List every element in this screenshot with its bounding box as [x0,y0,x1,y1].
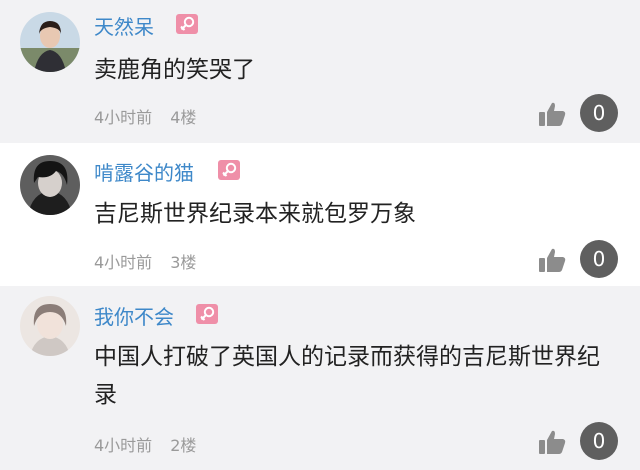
comment-time: 4小时前 [94,436,153,455]
female-symbol-icon [180,16,195,31]
user-avatar[interactable] [20,155,80,215]
floor-number: 2楼 [170,436,197,455]
comment-item: 我你不会 中国人打破了英国人的记录而获得的吉尼斯世界纪录 4小时前 2楼 0 [0,286,640,470]
comment-meta: 4小时前 3楼 [94,249,196,273]
like-button[interactable] [538,101,566,127]
comment-text: 中国人打破了英国人的记录而获得的吉尼斯世界纪录 [94,344,600,408]
female-gender-badge [218,160,240,180]
thumbs-up-icon [539,248,566,272]
floor-number: 3楼 [170,253,197,272]
like-count[interactable]: 0 [580,94,618,132]
female-symbol-icon [222,162,237,177]
like-count[interactable]: 0 [580,240,618,278]
comment-time: 4小时前 [94,108,153,127]
like-button[interactable] [538,247,566,273]
like-button[interactable] [538,429,566,455]
female-gender-badge [176,14,198,34]
female-symbol-icon [200,306,215,321]
user-avatar[interactable] [20,296,80,356]
female-gender-badge [196,304,218,324]
floor-number: 4楼 [170,108,197,127]
username[interactable]: 我你不会 [94,301,174,330]
username[interactable]: 天然呆 [94,11,154,40]
comment-text: 吉尼斯世界纪录本来就包罗万象 [94,201,416,227]
comment-item: 啃露谷的猫 吉尼斯世界纪录本来就包罗万象 4小时前 3楼 0 [0,143,640,286]
comment-text: 卖鹿角的笑哭了 [94,57,255,83]
thumbs-up-icon [539,102,566,126]
comment-time: 4小时前 [94,253,153,272]
username[interactable]: 啃露谷的猫 [94,157,194,186]
user-avatar[interactable] [20,12,80,72]
comment-meta: 4小时前 4楼 [94,104,196,128]
comment-list: 天然呆 卖鹿角的笑哭了 4小时前 4楼 0 啃露谷的猫 吉尼斯世界纪录本来就包罗… [0,0,640,470]
comment-meta: 4小时前 2楼 [94,432,196,456]
like-count[interactable]: 0 [580,422,618,460]
thumbs-up-icon [539,430,566,454]
comment-item: 天然呆 卖鹿角的笑哭了 4小时前 4楼 0 [0,0,640,143]
